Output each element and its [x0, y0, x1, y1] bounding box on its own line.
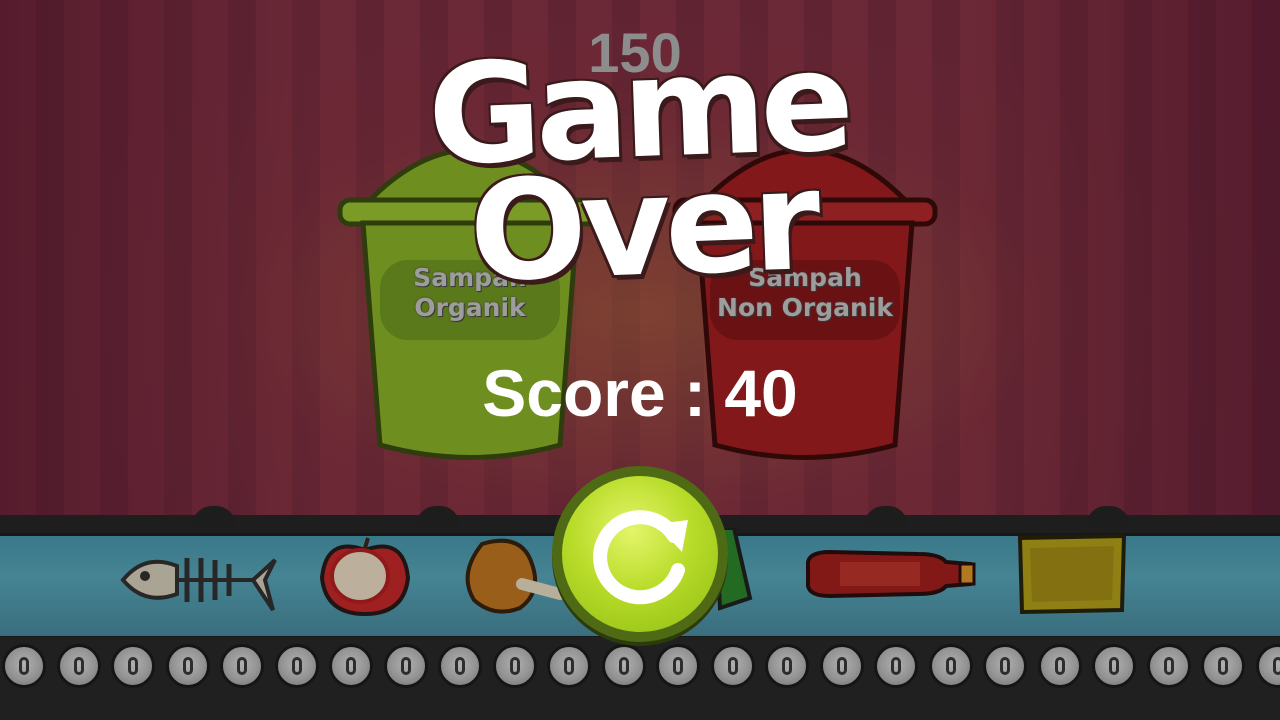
- conveyor-roller: [874, 644, 918, 688]
- conveyor-roller: [220, 644, 264, 688]
- conveyor-roller: [2, 644, 46, 688]
- conveyor-roller: [492, 644, 537, 688]
- conveyor-roller: [1201, 644, 1245, 688]
- conveyor-roller: [111, 644, 155, 688]
- bottle-icon[interactable]: [800, 544, 980, 608]
- game-over-title: Game Over: [376, 21, 904, 313]
- conveyor-roller: [601, 644, 646, 688]
- final-score: Score : 40: [482, 356, 798, 430]
- snack-pack-icon[interactable]: [1016, 533, 1128, 618]
- fish-bone-icon[interactable]: [115, 538, 280, 622]
- conveyor-roller: [1146, 644, 1191, 688]
- conveyor-roller: [765, 644, 809, 688]
- conveyor-roller: [56, 644, 101, 688]
- conveyor-roller: [165, 644, 210, 688]
- conveyor-roller: [438, 644, 482, 688]
- apple-icon[interactable]: [318, 536, 412, 622]
- conveyor-roller: [1037, 644, 1082, 688]
- conveyor-roller: [819, 644, 864, 688]
- conveyor-roller: [547, 644, 591, 688]
- conveyor-roller: [983, 644, 1027, 688]
- conveyor-roller: [928, 644, 973, 688]
- conveyor-roller: [383, 644, 428, 688]
- conveyor-roller: [1092, 644, 1136, 688]
- conveyor-roller: [710, 644, 755, 688]
- conveyor-roller: [274, 644, 319, 688]
- conveyor-roller: [656, 644, 700, 688]
- restart-icon: [593, 510, 688, 605]
- restart-button[interactable]: [552, 466, 728, 642]
- conveyor-roller: [329, 644, 373, 688]
